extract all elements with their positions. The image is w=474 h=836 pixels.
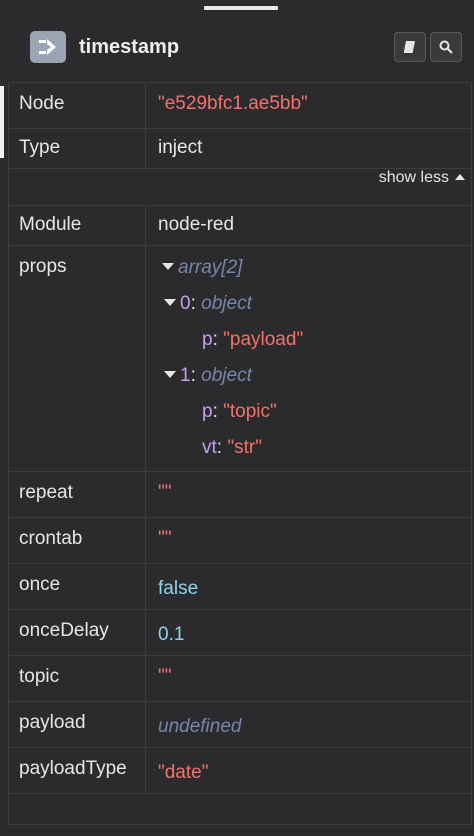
field-value: "str": [227, 437, 262, 458]
row-value: undefined: [145, 701, 472, 748]
tree-field: vt: "str": [202, 437, 262, 458]
table-row: payload undefined: [8, 701, 472, 748]
expand-icon[interactable]: [164, 371, 176, 378]
show-less-label: show less: [378, 169, 449, 186]
caret-up-icon: [455, 174, 465, 180]
table-row: Node "e529bfc1.ae5bb": [8, 82, 472, 129]
row-key: payload: [8, 701, 146, 748]
table-row: onceDelay 0.1: [8, 609, 472, 656]
inject-node-icon: [30, 31, 66, 63]
item-type: object: [201, 365, 252, 386]
row-key: Module: [8, 205, 146, 246]
book-icon: [403, 41, 415, 53]
props-row: props array[2] 0: object p: "payload" 1:…: [8, 245, 472, 472]
row-key: once: [8, 563, 146, 610]
table-row: payloadType "date": [8, 747, 472, 794]
row-value: inject: [145, 128, 472, 169]
tree-field: p: "topic": [202, 401, 277, 422]
item-type: object: [201, 293, 252, 314]
row-value: false: [145, 563, 472, 610]
info-table: Node "e529bfc1.ae5bb" Type inject show l…: [8, 82, 472, 825]
row-key: topic: [8, 655, 146, 702]
row-key: crontab: [8, 517, 146, 564]
field-key: p: [202, 401, 213, 422]
field-value: "payload": [223, 329, 304, 350]
field-key: vt: [202, 437, 217, 458]
show-less-row: show less: [8, 168, 472, 206]
row-value: "e529bfc1.ae5bb": [145, 82, 472, 129]
node-title: timestamp: [79, 35, 180, 58]
expand-icon[interactable]: [164, 299, 176, 306]
help-book-button[interactable]: [394, 32, 426, 62]
item-index: 0: [180, 293, 191, 314]
row-value: 0.1: [145, 609, 472, 656]
left-edge-indicator: [0, 86, 4, 158]
table-row: Type inject: [8, 128, 472, 169]
search-icon: [439, 40, 453, 54]
row-key: onceDelay: [8, 609, 146, 656]
row-key: Type: [8, 128, 146, 169]
row-key: payloadType: [8, 747, 146, 794]
props-tree: array[2] 0: object p: "payload" 1: objec…: [145, 245, 472, 472]
table-row: topic "": [8, 655, 472, 702]
show-less-toggle[interactable]: show less: [8, 168, 472, 206]
field-value: "topic": [223, 401, 277, 422]
search-button[interactable]: [430, 32, 462, 62]
resize-handle[interactable]: [204, 6, 278, 10]
table-row: repeat "": [8, 471, 472, 518]
row-key: repeat: [8, 471, 146, 518]
tree-field: p: "payload": [202, 329, 304, 350]
row-value: "date": [145, 747, 472, 794]
row-key: Node: [8, 82, 146, 129]
empty-row: [8, 793, 472, 825]
item-index: 1: [180, 365, 191, 386]
row-value: "": [145, 517, 472, 564]
table-row: once false: [8, 563, 472, 610]
row-value: node-red: [145, 205, 472, 246]
expand-icon[interactable]: [162, 263, 174, 270]
tree-item-0[interactable]: 0: object: [162, 290, 471, 326]
array-type-label: array[2]: [178, 257, 243, 278]
tree-root[interactable]: array[2]: [162, 254, 471, 290]
node-header: timestamp: [10, 18, 466, 76]
table-row: crontab "": [8, 517, 472, 564]
empty-cell: [8, 793, 472, 825]
row-value: "": [145, 655, 472, 702]
row-value: "": [145, 471, 472, 518]
tree-item-1[interactable]: 1: object: [162, 362, 471, 398]
field-key: p: [202, 329, 213, 350]
table-row: Module node-red: [8, 205, 472, 246]
row-key: props: [8, 245, 146, 472]
